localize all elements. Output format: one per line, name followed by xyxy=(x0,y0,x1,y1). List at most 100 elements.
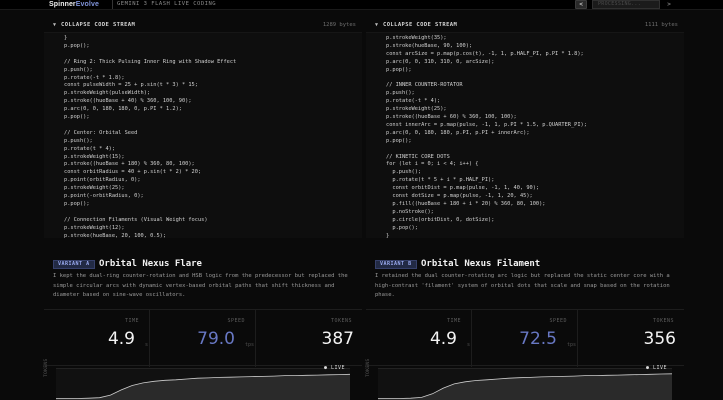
code-line: const orbitDist = p.map(pulse, -1, 1, 40… xyxy=(386,185,540,192)
collapse-code-stream-toggle[interactable]: ▼ COLLAPSE CODE STREAM 1111 bytes xyxy=(366,18,684,32)
stat-speed-value: 72.5 xyxy=(519,329,557,349)
code-line: p.point(-orbitRadius, 0); xyxy=(64,193,144,199)
code-stream[interactable]: } p.pop();// Ring 2: Thick Pulsing Inner … xyxy=(44,32,362,238)
code-line: p.pop(); xyxy=(386,224,418,231)
code-stream-title: COLLAPSE CODE STREAM xyxy=(61,22,136,28)
stat-speed: SPEED 79.0 tps xyxy=(150,310,256,367)
code-line: // Connection Filaments (Visual Weight f… xyxy=(64,216,208,223)
code-line: p.stroke((hueBase + 60) % 360, 100, 100)… xyxy=(386,114,517,120)
code-line: p.point(orbitRadius, 0); xyxy=(64,177,141,184)
code-line: p.push(); xyxy=(386,90,415,97)
stat-speed-label: SPEED xyxy=(549,318,567,324)
code-line: // Center: Orbital Seed xyxy=(64,129,138,136)
stat-speed-unit: tps xyxy=(244,342,254,348)
code-line: p.pop(); xyxy=(386,137,412,144)
stat-time-unit: s xyxy=(466,342,470,348)
stat-time: TIME 4.9 s xyxy=(366,310,472,367)
stat-speed-value: 79.0 xyxy=(197,329,235,349)
token-graph-svg xyxy=(56,373,350,400)
variant-badge: VARIANT B xyxy=(375,260,417,269)
variant-panel-b: ▼ COLLAPSE CODE STREAM 1111 bytes p.stro… xyxy=(366,18,684,400)
code-line: // Ring 2: Thick Pulsing Inner Ring with… xyxy=(64,58,237,65)
variant-description: I kept the dual-ring counter-rotation an… xyxy=(53,273,348,298)
code-line: p.stroke(hueBase, 20, 100, 0.5); xyxy=(64,232,167,239)
code-line: p.strokeWeight(25); xyxy=(64,185,125,192)
code-line: p.rotate(-t * 1.8); xyxy=(64,74,125,81)
variant-description-area: VARIANT A Orbital Nexus Flare I kept the… xyxy=(44,250,362,308)
stat-tokens: TOKENS 356 xyxy=(578,310,684,367)
graph-y-label: TOKENS xyxy=(366,358,371,377)
code-line: p.stroke(hueBase, 90, 100); xyxy=(386,42,473,49)
code-line: p.pop(); xyxy=(64,42,90,49)
code-line: p.arc(0, 0, 310, 310, 0, arcSize); xyxy=(386,58,495,65)
stat-time-value: 4.9 xyxy=(429,329,457,349)
code-line: } xyxy=(386,232,390,239)
code-line: // KINETIC CORE DOTS xyxy=(386,153,450,160)
processing-button[interactable]: PROCESSING... xyxy=(592,0,660,9)
code-line: p.push(); xyxy=(64,66,93,73)
token-graph: TOKENS ● LIVE SECONDS xyxy=(366,358,672,400)
code-line: const arcSize = p.map(p.cos(t), -1, 1, p… xyxy=(386,50,584,57)
code-line: p.circle(orbitDist, 0, dotSize); xyxy=(386,216,495,223)
stat-tokens-value: 387 xyxy=(321,329,354,349)
variant-title: Orbital Nexus Filament xyxy=(421,259,541,269)
app-subtitle: GEMINI 3 FLASH LIVE CODING xyxy=(112,0,216,9)
code-bytes: 1289 bytes xyxy=(322,22,356,28)
code-line: p.rotate(-t * 4); xyxy=(386,98,441,105)
code-bytes: 1111 bytes xyxy=(644,22,678,28)
collapse-triangle-icon: ▼ xyxy=(53,22,57,28)
logo-accent: Evolve xyxy=(75,1,99,8)
stat-tokens: TOKENS 387 xyxy=(256,310,362,367)
stat-time-value: 4.9 xyxy=(107,329,135,349)
code-line: p.strokeWeight(35); xyxy=(386,35,447,41)
code-line: for (let i = 0; i < 4; i++) { xyxy=(386,161,479,168)
next-button[interactable]: > xyxy=(663,0,675,9)
code-line: p.pop(); xyxy=(64,114,90,120)
code-line: // INNER COUNTER-ROTATOR xyxy=(386,82,463,89)
token-graph-svg xyxy=(378,373,672,400)
stat-speed-label: SPEED xyxy=(227,318,245,324)
code-line: p.stroke((hueBase + 40) % 360, 100, 90); xyxy=(64,98,192,105)
variant-badge: VARIANT A xyxy=(53,260,95,269)
variant-description: I retained the dual counter-rotating arc… xyxy=(375,273,670,298)
code-line: p.strokeWeight(pulseWidth); xyxy=(64,90,151,97)
code-line: p.strokeWeight(25); xyxy=(386,106,447,113)
collapse-code-stream-toggle[interactable]: ▼ COLLAPSE CODE STREAM 1289 bytes xyxy=(44,18,362,32)
code-line: p.pop(); xyxy=(386,66,412,73)
top-bar: SpinnerEvolve GEMINI 3 FLASH LIVE CODING… xyxy=(0,0,723,10)
code-line: p.arc(0, 0, 180, 180, 0, p.PI * 1.2); xyxy=(64,106,182,113)
graph-live-label: ● LIVE xyxy=(645,365,667,371)
code-line: p.fill((hueBase + 180 + i * 20) % 360, 8… xyxy=(386,200,546,207)
code-stream[interactable]: p.strokeWeight(35); p.stroke(hueBase, 90,… xyxy=(366,32,684,238)
code-line: p.strokeWeight(15); xyxy=(64,153,125,160)
logo-main: Spinner xyxy=(49,1,76,8)
code-line: } xyxy=(64,35,68,41)
stat-tokens-value: 356 xyxy=(643,329,676,349)
token-graph: TOKENS ● LIVE SECONDS xyxy=(44,358,350,400)
code-line: p.push(); xyxy=(64,137,93,144)
stat-time-label: TIME xyxy=(124,318,139,324)
stat-speed: SPEED 72.5 tps xyxy=(472,310,578,367)
app-logo: SpinnerEvolve xyxy=(49,0,99,9)
code-line: const orbitRadius = 40 + p.sin(t * 2) * … xyxy=(64,169,202,176)
code-line: p.rotate(t * 4); xyxy=(64,145,116,152)
code-line: p.rotate(t * 5 + i * p.HALF_PI); xyxy=(386,177,495,184)
code-line: const dotSize = p.map(pulse, -1, 1, 20, … xyxy=(386,193,533,199)
stat-time: TIME 4.9 s xyxy=(44,310,150,367)
stat-tokens-label: TOKENS xyxy=(652,318,674,324)
stats-row: TIME 4.9 s SPEED 72.5 tps TOKENS 356 xyxy=(366,309,684,367)
code-line: p.push(); xyxy=(386,169,422,176)
graph-y-label: TOKENS xyxy=(44,358,49,377)
stat-time-label: TIME xyxy=(446,318,461,324)
code-line: p.stroke((hueBase + 180) % 360, 80, 100)… xyxy=(64,161,195,168)
variant-description-area: VARIANT B Orbital Nexus Filament I retai… xyxy=(366,250,684,308)
stat-tokens-label: TOKENS xyxy=(330,318,352,324)
variant-title: Orbital Nexus Flare xyxy=(99,259,202,269)
collapse-triangle-icon: ▼ xyxy=(375,22,379,28)
stat-time-unit: s xyxy=(144,342,148,348)
stat-speed-unit: tps xyxy=(566,342,576,348)
prev-button[interactable]: < xyxy=(575,0,587,9)
code-line: p.strokeWeight(12); xyxy=(64,224,125,231)
code-line: const innerArc = p.map(pulse, -1, 1, p.P… xyxy=(386,121,587,128)
code-line: p.arc(0, 0, 180, 180, p.PI, p.PI + inner… xyxy=(386,129,530,136)
